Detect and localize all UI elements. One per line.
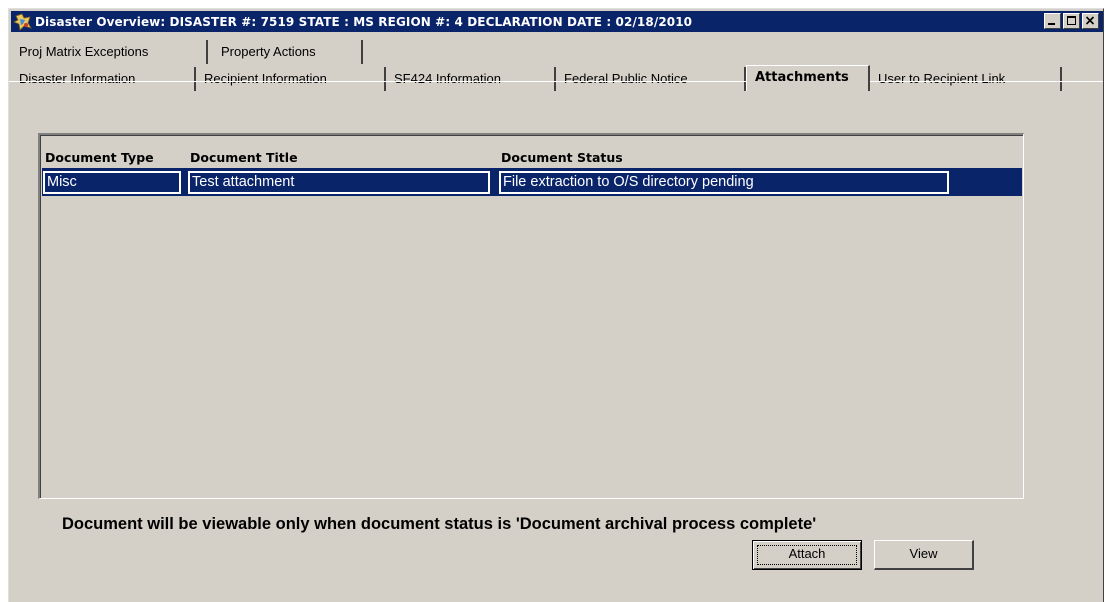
tab-proj-matrix-exceptions[interactable]: Proj Matrix Exceptions: [11, 40, 208, 64]
tab-sf424-information[interactable]: SF424 Information: [386, 67, 556, 91]
view-button-label: View: [909, 546, 938, 561]
close-button[interactable]: [1082, 13, 1099, 29]
maximize-icon: [1067, 16, 1076, 25]
viewability-notice: Document will be viewable only when docu…: [62, 515, 817, 533]
tab-disaster-information[interactable]: Disaster Information: [11, 67, 196, 91]
tab-user-to-recipient-link[interactable]: User to Recipient Link: [870, 67, 1062, 91]
tab-label: Disaster Information: [19, 71, 136, 86]
cell-document-status[interactable]: File extraction to O/S directory pending: [499, 171, 949, 194]
maximize-button[interactable]: [1063, 13, 1080, 29]
minimize-icon: [1048, 23, 1055, 25]
grid-body: Document Type Document Title Document St…: [40, 135, 1023, 498]
window-controls: [1044, 13, 1099, 29]
focus-indicator: [757, 545, 857, 565]
tab-federal-public-notice[interactable]: Federal Public Notice: [556, 67, 746, 91]
tab-label: Proj Matrix Exceptions: [19, 44, 149, 59]
tab-attachments[interactable]: Attachments: [746, 65, 870, 91]
cell-document-title[interactable]: Test attachment: [188, 171, 490, 194]
tab-label: Property Actions: [221, 44, 316, 59]
tab-label: Recipient Information: [204, 71, 327, 86]
column-header-document-status: Document Status: [501, 150, 623, 165]
view-button[interactable]: View: [874, 540, 974, 570]
table-row[interactable]: Misc Test attachment File extraction to …: [42, 168, 1022, 196]
tab-label: User to Recipient Link: [878, 71, 1006, 86]
attachments-grid[interactable]: Document Type Document Title Document St…: [38, 133, 1024, 499]
close-icon: [1085, 16, 1095, 25]
column-header-document-title: Document Title: [190, 150, 298, 165]
app-icon: [13, 13, 33, 31]
tab-label: SF424 Information: [394, 71, 501, 86]
column-header-document-type: Document Type: [45, 150, 154, 165]
attach-button[interactable]: Attach: [752, 540, 862, 570]
tab-label: Attachments: [755, 70, 849, 85]
minimize-button[interactable]: [1044, 13, 1061, 29]
tab-property-actions[interactable]: Property Actions: [213, 40, 363, 64]
tab-label: Federal Public Notice: [564, 71, 688, 86]
tab-recipient-information[interactable]: Recipient Information: [196, 67, 386, 91]
disaster-overview-window: Disaster Overview: DISASTER #: 7519 STAT…: [8, 8, 1104, 602]
cell-document-type[interactable]: Misc: [43, 171, 181, 194]
tab-panel-border: [9, 81, 1103, 83]
window-title: Disaster Overview: DISASTER #: 7519 STAT…: [35, 14, 693, 29]
title-bar[interactable]: Disaster Overview: DISASTER #: 7519 STAT…: [11, 11, 1103, 32]
